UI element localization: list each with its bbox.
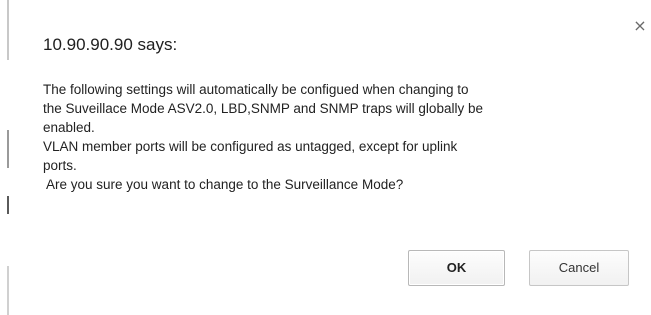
dialog-message: The following settings will automaticall… (43, 80, 638, 194)
browser-page: 10.90.90.90 says: × The following settin… (0, 0, 651, 315)
edge-divider (7, 0, 9, 60)
message-line: VLAN member ports will be configured as … (43, 139, 458, 154)
message-line: ports. (43, 158, 77, 173)
edge-divider (7, 266, 9, 315)
dialog-title: 10.90.90.90 says: (43, 35, 178, 54)
message-line: Are you sure you want to change to the S… (43, 177, 404, 192)
close-icon[interactable]: × (633, 18, 647, 34)
message-line: enabled. (43, 120, 95, 135)
edge-divider (7, 196, 9, 214)
edge-divider (7, 130, 9, 168)
message-line: The following settings will automaticall… (43, 82, 469, 97)
confirm-dialog: 10.90.90.90 says: × The following settin… (10, 0, 651, 315)
ok-button[interactable]: OK (408, 250, 505, 286)
message-line: the Suveillace Mode ASV2.0, LBD,SNMP and… (43, 101, 483, 116)
cancel-button[interactable]: Cancel (529, 250, 629, 286)
background-page-edge (0, 0, 10, 315)
